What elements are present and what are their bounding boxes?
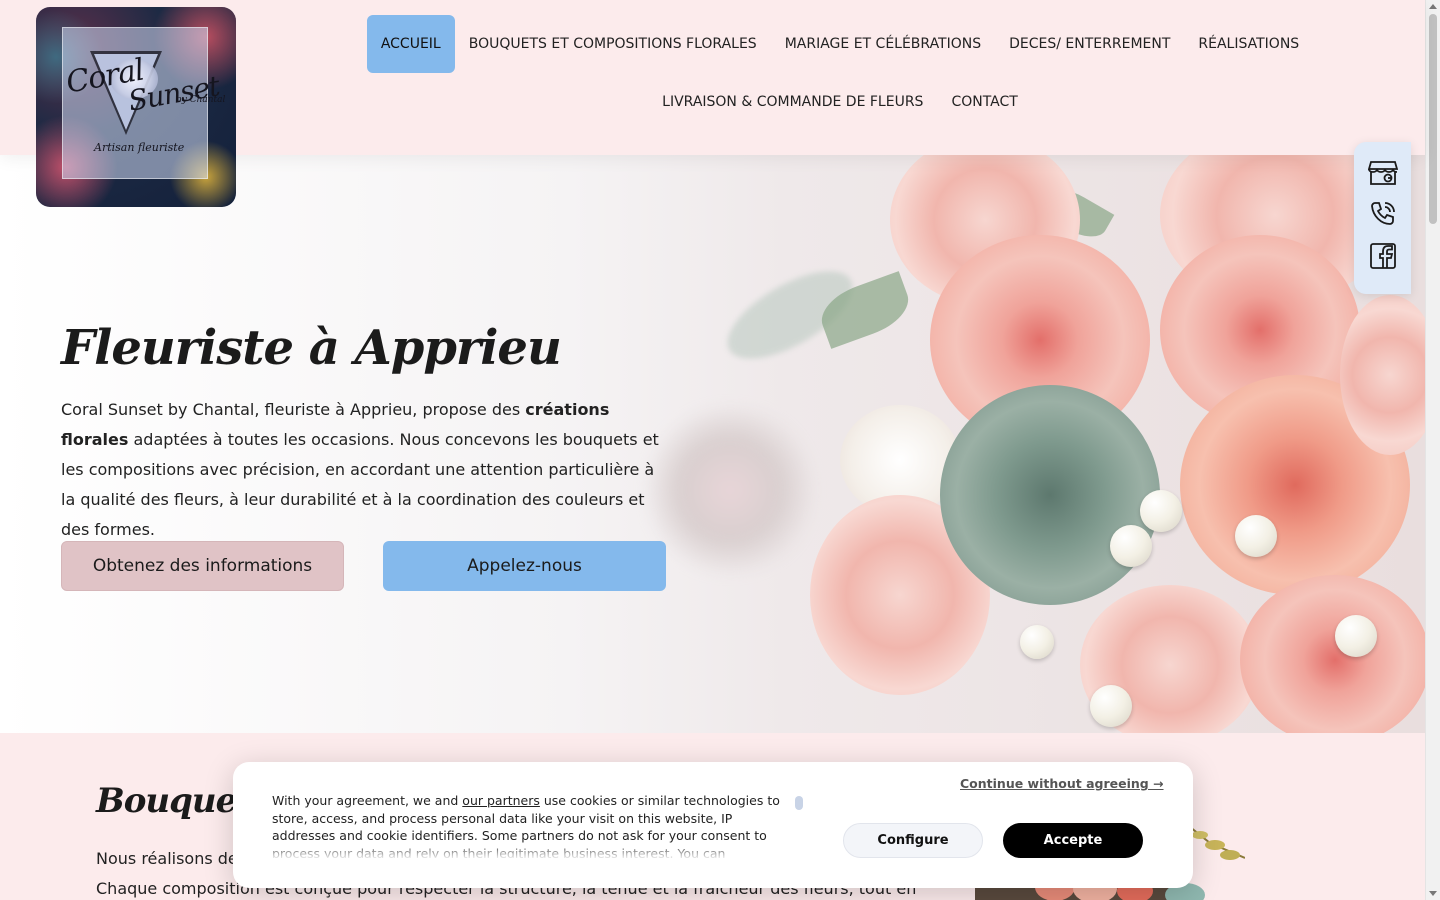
page-scrollbar[interactable] [1425, 0, 1440, 900]
scroll-up-icon[interactable] [1429, 4, 1437, 9]
logo-text-by: by Chantal [176, 95, 226, 105]
google-business-icon[interactable] [1367, 156, 1399, 188]
section-text-line-1: Nous réalisons des [96, 849, 247, 868]
nav-item-mariage[interactable]: MARIAGE ET CÉLÉBRATIONS [771, 15, 995, 73]
main-nav: ACCUEIL BOUQUETS ET COMPOSITIONS FLORALE… [360, 15, 1320, 131]
hero-title: Fleuriste à Apprieu [61, 320, 562, 376]
hero-bouquet-image [780, 155, 1425, 733]
site-logo[interactable]: Coral Sunset by Chantal Artisan fleurist… [36, 7, 236, 207]
hero-section: Fleuriste à Apprieu Coral Sunset by Chan… [0, 155, 1425, 733]
nav-row-1: ACCUEIL BOUQUETS ET COMPOSITIONS FLORALE… [360, 15, 1320, 73]
nav-item-livraison[interactable]: LIVRAISON & COMMANDE DE FLEURS [648, 73, 937, 131]
cookie-consent-banner: Continue without agreeing → With your ag… [233, 762, 1193, 888]
social-sidebar [1354, 142, 1411, 294]
hero-description: Coral Sunset by Chantal, fleuriste à App… [61, 400, 659, 539]
scrollbar-thumb[interactable] [1429, 14, 1437, 224]
logo-tagline: Artisan fleuriste [94, 141, 185, 154]
configure-button[interactable]: Configure [843, 823, 983, 858]
phone-icon[interactable] [1367, 198, 1399, 230]
nav-item-accueil[interactable]: ACCUEIL [366, 15, 455, 73]
scroll-down-icon[interactable] [1429, 891, 1437, 896]
cookie-text-fade [272, 842, 792, 860]
cookie-text-scrollbar[interactable] [795, 796, 803, 810]
call-us-button[interactable]: Appelez-nous [383, 541, 666, 591]
accept-button[interactable]: Accepte [1003, 823, 1143, 858]
facebook-icon[interactable] [1367, 240, 1399, 272]
continue-without-agreeing-link[interactable]: Continue without agreeing → [960, 776, 1164, 791]
nav-item-deces[interactable]: DECES/ ENTERREMENT [995, 15, 1184, 73]
page: ACCUEIL BOUQUETS ET COMPOSITIONS FLORALE… [0, 0, 1440, 900]
nav-row-2: LIVRAISON & COMMANDE DE FLEURS CONTACT [360, 73, 1320, 131]
our-partners-link[interactable]: our partners [462, 793, 540, 808]
nav-item-contact[interactable]: CONTACT [937, 73, 1031, 131]
get-information-button[interactable]: Obtenez des informations [61, 541, 344, 591]
nav-item-bouquets[interactable]: BOUQUETS ET COMPOSITIONS FLORALES [455, 15, 771, 73]
nav-item-realisations[interactable]: RÉALISATIONS [1184, 15, 1313, 73]
